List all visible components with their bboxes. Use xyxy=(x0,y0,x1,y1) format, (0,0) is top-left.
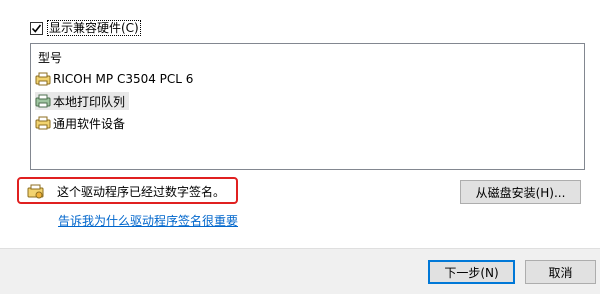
cancel-button[interactable]: 取消 xyxy=(525,260,596,284)
list-item-label: 通用软件设备 xyxy=(53,116,126,131)
have-disk-button[interactable]: 从磁盘安装(H)... xyxy=(460,180,581,204)
list-item-label: 本地打印队列 xyxy=(53,94,126,109)
driver-signed-status: 这个驱动程序已经过数字签名。 xyxy=(57,185,226,199)
compatible-hardware-checkbox[interactable] xyxy=(30,22,43,35)
driver-signing-help-link[interactable]: 告诉我为什么驱动程序签名很重要 xyxy=(58,212,238,229)
printer-icon xyxy=(35,116,51,130)
list-item-ricoh[interactable]: RICOH MP C3504 PCL 6 xyxy=(35,70,197,88)
next-button[interactable]: 下一步(N) xyxy=(428,260,515,284)
network-printer-icon xyxy=(35,94,51,108)
printer-icon xyxy=(35,72,51,86)
list-item-generic-software[interactable]: 通用软件设备 xyxy=(35,114,129,132)
checkmark-icon xyxy=(31,24,42,33)
list-item-local-queue[interactable]: 本地打印队列 xyxy=(35,92,130,110)
printer-model-list[interactable]: 型号 RICOH MP C3504 PCL 6 本地打印队列 通用软件设备 xyxy=(30,43,585,170)
show-compatible-hardware[interactable]: 显示兼容硬件(C) xyxy=(30,20,141,37)
model-column-header: 型号 xyxy=(38,51,63,65)
signed-driver-icon xyxy=(27,184,44,199)
compatible-hardware-label: 显示兼容硬件(C) xyxy=(47,20,141,36)
list-item-label: RICOH MP C3504 PCL 6 xyxy=(53,72,194,86)
